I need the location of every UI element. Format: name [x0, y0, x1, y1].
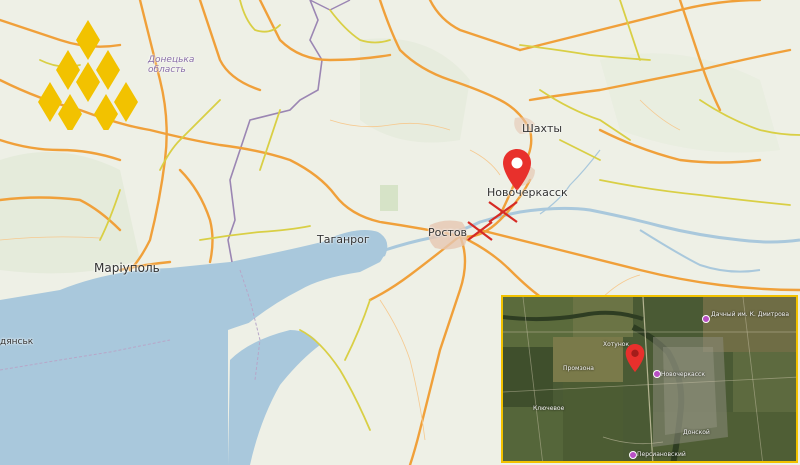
label-novocherkassk: Новочеркасск: [487, 186, 568, 199]
map-view[interactable]: Маріуполь Таганрог Новочеркасск Шахты Ро…: [0, 0, 800, 465]
inset-label-dachny: Дачный им. К. Дмитрова: [711, 311, 789, 318]
inset-label-klyuchevoe: Ключевое: [533, 405, 565, 412]
location-pin-icon[interactable]: [625, 343, 645, 373]
inset-label-donskoy: Донской: [683, 429, 710, 436]
satellite-imagery: [503, 297, 796, 461]
label-taganrog: Таганрог: [317, 233, 370, 246]
poi-marker[interactable]: [702, 315, 710, 323]
poi-marker[interactable]: [629, 451, 637, 459]
inset-label-persianovsky: Персиановский: [637, 451, 686, 458]
poi-marker[interactable]: [653, 370, 661, 378]
satellite-inset[interactable]: Дачный им. К. Дмитрова Новочеркасск Пром…: [501, 295, 798, 463]
inset-label-novocherkassk: Новочеркасск: [661, 371, 705, 378]
inset-label-promzona: Промзона: [563, 365, 594, 372]
strike-cross-icon: [467, 221, 493, 241]
label-mariupol: Маріуполь: [94, 261, 160, 275]
label-shakhty: Шахты: [522, 122, 563, 135]
label-rostov: Ростов: [428, 226, 468, 239]
label-berdiansk-fragment: дянськ: [0, 337, 34, 347]
label-donetsk-oblast: Донецька область: [148, 55, 195, 75]
yellow-chevron-logo: [38, 20, 138, 130]
